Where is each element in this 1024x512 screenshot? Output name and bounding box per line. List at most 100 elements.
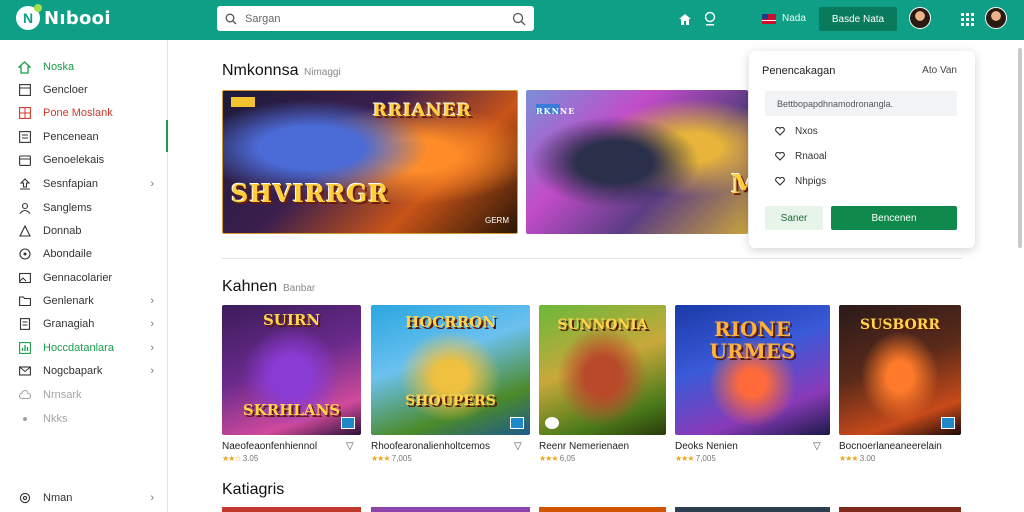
card-menu-chevron-icon[interactable]: ▽: [813, 441, 821, 452]
sidebar-item[interactable]: Sanglems: [0, 197, 168, 219]
list-icon: [18, 131, 31, 144]
game-card[interactable]: SUIRN SKRHLANS: [222, 305, 361, 435]
sidebar-item-label: Genoelekais: [43, 154, 105, 166]
triangle-icon: [18, 225, 31, 238]
card-badge-icon: [941, 417, 955, 429]
folder-icon: [18, 295, 31, 308]
game-card[interactable]: SUSBORR: [839, 305, 961, 435]
card-art-subtitle: SHOUPERS: [405, 393, 496, 409]
sidebar-item[interactable]: Donnab: [0, 220, 168, 242]
profile-avatar[interactable]: [985, 7, 1007, 29]
featured-banner-1[interactable]: RRIANER SHVIRRGR GERM: [222, 90, 518, 234]
chevron-right-icon: ›: [150, 492, 154, 504]
home-icon[interactable]: [676, 10, 694, 28]
apps-grid-icon[interactable]: [958, 10, 976, 28]
category-tile[interactable]: [839, 507, 961, 512]
card-rating-count: 3.05: [242, 454, 259, 463]
sidebar-item[interactable]: Pencenean: [0, 126, 168, 148]
search-box[interactable]: [217, 6, 534, 31]
sidebar-item-label: Pencenean: [43, 131, 99, 143]
card-name[interactable]: Rhoofearonalienholtcemos: [371, 441, 490, 452]
header-cta-button[interactable]: Basde Nata: [819, 7, 897, 31]
banner-badge-text: GERM: [485, 216, 509, 225]
popup-option[interactable]: Rnaoal: [775, 151, 827, 162]
card-name[interactable]: Bocnoerlaneaneerelain: [839, 441, 942, 452]
featured-banner-2[interactable]: RKNNE M: [526, 90, 748, 234]
popup-option[interactable]: Nxos: [775, 126, 818, 137]
popup-option[interactable]: Nhpigs: [775, 176, 826, 187]
sidebar-item[interactable]: Gencloer: [0, 79, 168, 101]
rating-stars: ★★★: [539, 454, 558, 463]
image-icon: [18, 272, 31, 285]
grid-icon: [18, 84, 31, 97]
popup-confirm-button[interactable]: Bencenen: [831, 206, 957, 230]
sidebar-item[interactable]: Noska: [0, 56, 168, 78]
game-card[interactable]: RIONE URMES: [675, 305, 830, 435]
popup-title: Penencakagan: [762, 65, 836, 77]
sidebar-item-label: Nman: [43, 492, 73, 504]
card-badge-icon: [545, 417, 559, 429]
app-logo[interactable]: N Nıbooi: [16, 4, 111, 30]
sidebar-item-label: Nkks: [43, 413, 68, 425]
card-art-title: SUSBORR: [860, 317, 940, 333]
wishlist-popup: Penencakagan Ato Van Nxos Rnaoal Nhpigs …: [749, 51, 975, 248]
sidebar-item-label: Donnab: [43, 225, 82, 237]
card-menu-chevron-icon[interactable]: ▽: [346, 441, 354, 452]
category-tile[interactable]: [675, 507, 830, 512]
banner-badge: [231, 97, 255, 107]
user-avatar[interactable]: [909, 7, 931, 29]
category-tile[interactable]: [371, 507, 530, 512]
top-bar: N Nıbooi Nada Basde Nata: [0, 0, 1024, 40]
sidebar-item-label: Nrnsark: [43, 389, 82, 401]
game-card[interactable]: HOCRRON SHOUPERS: [371, 305, 530, 435]
flag-icon[interactable]: [762, 10, 776, 28]
sidebar-item[interactable]: Nman ›: [0, 487, 168, 509]
sidebar-item-label: Abondaile: [43, 248, 92, 260]
rating-stars: ★★☆: [222, 454, 241, 463]
card-rating-count: 7,005: [695, 454, 716, 463]
sidebar-item[interactable]: Abondaile: [0, 243, 168, 265]
chevron-right-icon: ›: [150, 178, 154, 190]
banner-subtitle: RKNNE: [536, 106, 576, 116]
card-menu-chevron-icon[interactable]: ▽: [514, 441, 522, 452]
popup-input[interactable]: [765, 91, 957, 116]
rating-stars: ★★★: [675, 454, 694, 463]
search-submit-icon[interactable]: [512, 12, 526, 26]
sidebar-item[interactable]: Hoccdatanlara ›: [0, 337, 168, 359]
banner-title: M: [731, 170, 748, 200]
popup-link[interactable]: Ato Van: [922, 65, 957, 76]
sidebar-item[interactable]: Nkks: [0, 408, 168, 430]
doc-icon: [18, 318, 31, 331]
sidebar-item[interactable]: Nogcbapark ›: [0, 360, 168, 382]
card-name[interactable]: Deoks Nenien: [675, 441, 738, 452]
card-rating-count: 3.00: [859, 454, 876, 463]
sidebar-item[interactable]: Sesnfapian ›: [0, 173, 168, 195]
sidebar-item-label: Granagiah: [43, 318, 95, 330]
category-tile[interactable]: [539, 507, 666, 512]
sidebar-item[interactable]: Pone Moslank: [0, 102, 168, 124]
chart-icon: [18, 342, 31, 355]
card-name[interactable]: Naeofeaonfenhiennol: [222, 441, 317, 452]
game-card[interactable]: SUNNONIA: [539, 305, 666, 435]
card-meta: ★★★ 7,005: [675, 454, 716, 463]
sidebar-item[interactable]: Nrnsark: [0, 384, 168, 406]
language-label[interactable]: Nada: [782, 13, 806, 24]
sidebar-item-label: Genlenark: [43, 295, 94, 307]
sidebar-item-label: Sanglems: [43, 202, 92, 214]
category-tile[interactable]: [222, 507, 361, 512]
logo-text: Nıbooi: [44, 7, 111, 29]
popup-option-label: Nxos: [795, 126, 818, 137]
card-art-title: SUIRN: [262, 311, 321, 329]
popup-cancel-button[interactable]: Saner: [765, 206, 823, 230]
sidebar-item[interactable]: Genoelekais: [0, 149, 168, 171]
page-scrollbar[interactable]: [1018, 48, 1022, 248]
categories-section-title: Katiagris: [222, 481, 285, 498]
banner-title: SHVIRRGR: [231, 179, 390, 208]
sidebar-item[interactable]: Genlenark ›: [0, 290, 168, 312]
card-name[interactable]: Reenr Nemerienaen: [539, 441, 629, 452]
search-input[interactable]: [245, 12, 512, 25]
sidebar-item[interactable]: Gennacolarier: [0, 267, 168, 289]
search-icon: [225, 13, 237, 24]
notification-icon[interactable]: [701, 10, 719, 28]
sidebar-item[interactable]: Granagiah ›: [0, 313, 168, 335]
